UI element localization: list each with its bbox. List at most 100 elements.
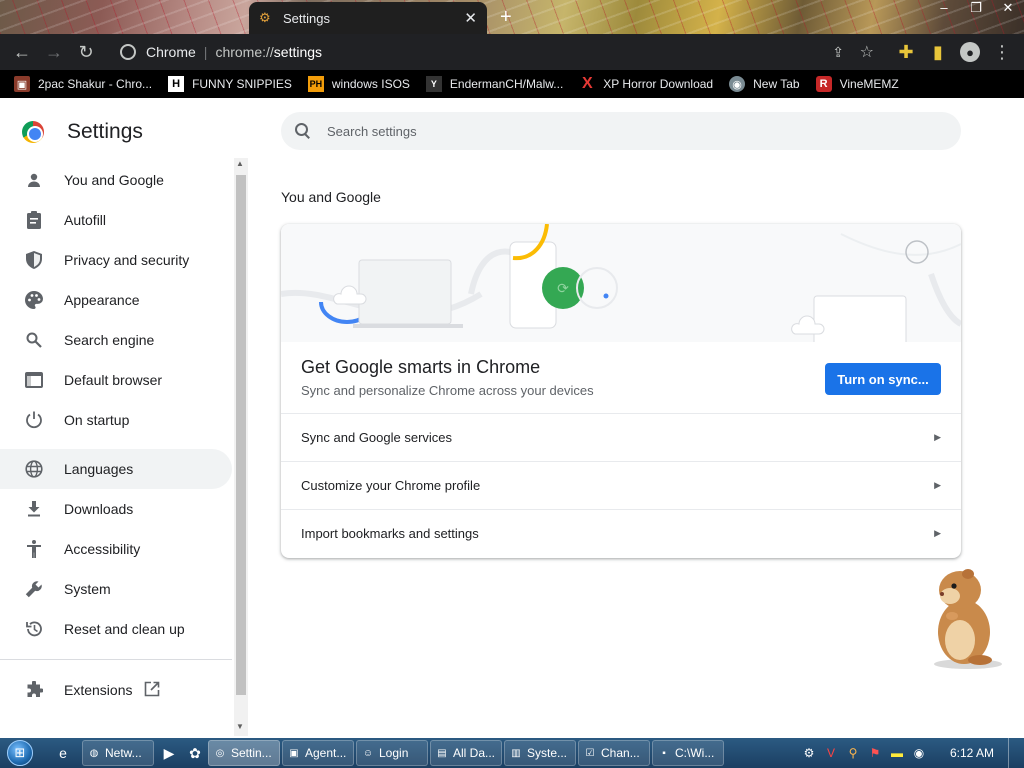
extensions-puzzle-icon[interactable]: ✚ [890, 36, 922, 68]
row-import-bookmarks[interactable]: Import bookmarks and settings ▶ [281, 509, 961, 557]
you-and-google-card: ⟳ Get Google smarts in Chrome Sync and p… [281, 224, 961, 558]
taskbar-item-label: All Da... [453, 746, 496, 760]
search-settings-bar[interactable] [281, 112, 961, 150]
taskbar-item[interactable]: ◍ Netw... [82, 740, 154, 766]
taskbar-item[interactable]: ☑ Chan... [578, 740, 650, 766]
person-icon [24, 170, 44, 190]
side-panel-icon[interactable]: ▮ [922, 36, 954, 68]
sidebar-item-on-startup[interactable]: On startup [0, 400, 232, 440]
gear-icon: ⚙ [259, 10, 271, 25]
sidebar-item-label: Privacy and security [64, 252, 190, 268]
volume-icon[interactable]: ◉ [908, 746, 930, 760]
accessibility-icon [24, 539, 44, 559]
share-icon[interactable]: ⇪ [832, 44, 844, 61]
taskbar-item[interactable]: ▤ All Da... [430, 740, 502, 766]
sidebar-item-reset[interactable]: Reset and clean up [0, 609, 232, 649]
sidebar-item-languages[interactable]: Languages [0, 449, 232, 489]
windows-logo-icon: ⊞ [7, 740, 33, 766]
bookmark-label: XP Horror Download [603, 77, 714, 91]
sidebar-item-you-and-google[interactable]: You and Google [0, 160, 232, 200]
sidebar-item-search-engine[interactable]: Search engine [0, 320, 232, 360]
sidebar-item-system[interactable]: System [0, 569, 232, 609]
taskbar-item[interactable]: ▣ Agent... [282, 740, 354, 766]
chrome-icon: ◎ [215, 747, 225, 759]
shield-icon [24, 250, 44, 270]
bookmark-label: EndermanCH/Malw... [449, 77, 564, 91]
row-customize-profile[interactable]: Customize your Chrome profile ▶ [281, 461, 961, 509]
taskbar-item-label: Login [379, 746, 409, 760]
sidebar-item-label: Appearance [64, 292, 140, 308]
maximize-button[interactable]: ❐ [960, 0, 992, 18]
taskbar-item-chrome[interactable]: ◎ Settin... [208, 740, 280, 766]
puzzle-icon [24, 680, 44, 700]
scroll-up-arrow-icon[interactable]: ▲ [236, 159, 244, 168]
turn-on-sync-button[interactable]: Turn on sync... [825, 363, 941, 395]
bookmark-label: windows ISOS [331, 77, 410, 91]
search-icon [295, 123, 311, 139]
sync-heading: Get Google smarts in Chrome [301, 357, 541, 377]
bookmark-item[interactable]: ▣ 2pac Shakur - Chro... [14, 76, 152, 92]
forward-icon[interactable]: → [38, 36, 70, 68]
back-icon[interactable]: ← [6, 36, 38, 68]
menu-kebab-icon[interactable]: ⋮ [986, 36, 1018, 68]
new-tab-button[interactable]: + [500, 6, 512, 29]
sidebar-item-extensions[interactable]: Extensions [0, 670, 232, 710]
sidebar-item-label: Languages [64, 461, 134, 477]
scroll-down-arrow-icon[interactable]: ▼ [236, 722, 244, 731]
bookmark-label: 2pac Shakur - Chro... [38, 77, 153, 91]
flag-icon[interactable]: ⚑ [864, 746, 886, 760]
taskbar-item-label: Syste... [527, 746, 568, 760]
row-sync-services[interactable]: Sync and Google services ▶ [281, 413, 961, 461]
clock[interactable]: 6:12 AM [950, 746, 994, 760]
paint-icon[interactable]: ✿ [182, 741, 208, 765]
sidebar-item-autofill[interactable]: Autofill [0, 200, 232, 240]
media-player-icon[interactable]: ▶ [156, 741, 182, 765]
system-tray: ⚙ V ⚲ ⚑ ▬ ◉ 6:12 AM [798, 738, 1024, 768]
chrome-site-icon[interactable] [120, 44, 136, 60]
minimize-button[interactable]: – [928, 0, 960, 18]
sidebar-item-privacy[interactable]: Privacy and security [0, 240, 232, 280]
checkbox-icon: ☑ [585, 747, 595, 759]
close-window-button[interactable]: ✕ [992, 0, 1024, 18]
sidebar-scrollbar-thumb[interactable] [236, 175, 246, 695]
browser-icon [24, 370, 44, 390]
tray-app-icon[interactable]: ⚙ [798, 746, 820, 760]
address-bar[interactable]: Chrome | chrome:// settings ⇪ ☆ [108, 37, 888, 67]
bookmark-item[interactable]: ◉ New Tab [729, 76, 800, 92]
bookmark-item[interactable]: R VineMEMZ [815, 76, 899, 92]
sidebar-item-accessibility[interactable]: Accessibility [0, 529, 232, 569]
taskbar-item[interactable]: ▥ Syste... [504, 740, 576, 766]
start-button[interactable]: ⊞ [0, 738, 40, 768]
tray-v-icon[interactable]: V [820, 746, 842, 760]
bookmark-star-icon[interactable]: ☆ [860, 42, 874, 62]
taskbar-item[interactable]: ☺ Login [356, 740, 428, 766]
ie-icon[interactable]: e [50, 741, 76, 765]
bookmark-item[interactable]: Y EndermanCH/Malw... [425, 76, 564, 92]
close-tab-icon[interactable]: ✕ [464, 9, 477, 27]
bookmarks-bar: ▣ 2pac Shakur - Chro... H FUNNY SNIPPIES… [0, 70, 1024, 98]
section-title: You and Google [281, 189, 381, 205]
tray-search-icon[interactable]: ⚲ [842, 746, 864, 760]
taskbar-item-label: C:\Wi... [675, 746, 715, 760]
tab-settings[interactable]: ⚙ Settings ✕ [249, 2, 487, 34]
tray-window-icon[interactable]: ▬ [886, 746, 908, 760]
sidebar-item-default-browser[interactable]: Default browser [0, 360, 232, 400]
sidebar-item-downloads[interactable]: Downloads [0, 489, 232, 529]
taskbar-item[interactable]: ▪ C:\Wi... [652, 740, 724, 766]
site-label: Chrome [146, 44, 196, 60]
reload-icon[interactable]: ↻ [70, 36, 102, 68]
search-input[interactable] [327, 123, 887, 139]
show-desktop-button[interactable] [1008, 738, 1018, 768]
bookmark-item[interactable]: PH windows ISOS [307, 76, 410, 92]
sidebar-item-label: Search engine [64, 332, 155, 348]
bookmark-item[interactable]: X XP Horror Download [579, 75, 714, 92]
sidebar-item-label: On startup [64, 412, 130, 428]
sidebar-item-label: Autofill [64, 212, 107, 228]
sidebar-item-appearance[interactable]: Appearance [0, 280, 232, 320]
history-icon [24, 619, 44, 639]
sidebar-item-label: You and Google [64, 172, 164, 188]
bookmark-favicon-icon: ▣ [14, 76, 30, 92]
profile-button[interactable]: ● [954, 36, 986, 68]
bookmark-item[interactable]: H FUNNY SNIPPIES [168, 76, 292, 92]
sidebar-divider [0, 659, 232, 660]
